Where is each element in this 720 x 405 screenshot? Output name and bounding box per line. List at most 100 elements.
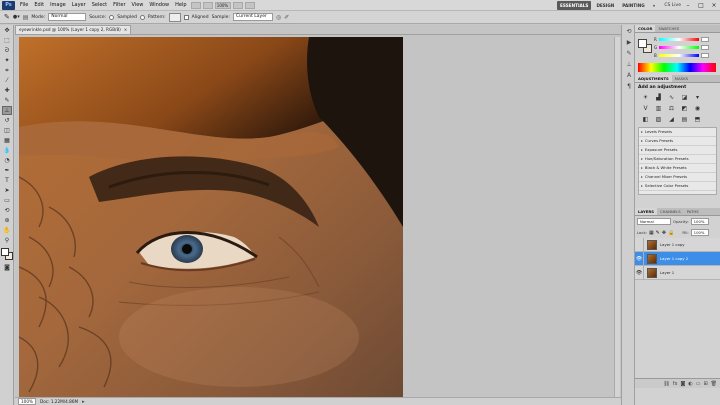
red-value[interactable]: [701, 37, 709, 42]
eye-icon[interactable]: 👁: [635, 251, 644, 266]
menu-layer[interactable]: Layer: [69, 0, 89, 11]
menu-image[interactable]: Image: [47, 0, 69, 11]
pattern-radio[interactable]: [139, 14, 145, 20]
brush-size-icon[interactable]: ●▾: [13, 14, 20, 20]
close-icon[interactable]: ×: [708, 1, 720, 10]
history-brush-tool-icon[interactable]: ↺: [2, 116, 12, 125]
link-layers-icon[interactable]: ⛓: [663, 381, 669, 387]
fill-field[interactable]: 100%: [690, 229, 709, 236]
screen-mode-button[interactable]: [244, 1, 255, 9]
layer-row-selected[interactable]: 👁 Layer 1 copy 2: [635, 251, 720, 266]
quick-mask-icon[interactable]: ◙: [2, 263, 12, 272]
tab-paths[interactable]: PATHS: [684, 208, 702, 215]
opacity-field[interactable]: 100%: [690, 218, 709, 225]
hue-icon[interactable]: ▾: [693, 93, 702, 101]
threshold-icon[interactable]: ◢: [667, 115, 676, 123]
crop-tool-icon[interactable]: ⌗: [2, 66, 12, 75]
blend-mode-select[interactable]: Normal: [637, 218, 671, 225]
preset-item[interactable]: ▸ Channel Mixer Presets: [639, 173, 716, 182]
lock-all-icon[interactable]: 🔒: [668, 230, 674, 236]
menu-edit[interactable]: Edit: [31, 0, 47, 11]
photo-filter-icon[interactable]: ◉: [693, 104, 702, 112]
fg-bg-color-swatches[interactable]: [1, 248, 13, 260]
menu-filter[interactable]: Filter: [110, 0, 128, 11]
hsl-icon[interactable]: ▥: [654, 104, 663, 112]
hand-tool-icon[interactable]: ✋: [2, 226, 12, 235]
color-balance-icon[interactable]: ⚖: [667, 104, 676, 112]
menu-select[interactable]: Select: [89, 0, 110, 11]
blue-value[interactable]: [701, 53, 709, 58]
quick-select-tool-icon[interactable]: ✦: [2, 56, 12, 65]
document-tab-close-icon[interactable]: ×: [124, 26, 128, 34]
posterize-icon[interactable]: ▨: [654, 115, 663, 123]
blue-slider[interactable]: [659, 54, 699, 57]
layer-row[interactable]: 👁 Layer 1: [635, 265, 720, 280]
aligned-checkbox[interactable]: [183, 14, 189, 20]
lasso-tool-icon[interactable]: ᘐ: [2, 46, 12, 55]
pen-tool-icon[interactable]: ✒: [2, 166, 12, 175]
healing-brush-tool-icon[interactable]: ✚: [2, 86, 12, 95]
workspace-essentials[interactable]: ESSENTIALS: [557, 0, 592, 10]
document-tab[interactable]: eyewrinkle.psd @ 100% (Layer 1 copy 2, R…: [15, 25, 132, 34]
marquee-tool-icon[interactable]: ⬚: [2, 36, 12, 45]
foreground-color[interactable]: [1, 248, 9, 256]
maximize-icon[interactable]: □: [695, 1, 707, 10]
3d-orbit-tool-icon[interactable]: ⊛: [2, 216, 12, 225]
menu-help[interactable]: Help: [172, 0, 189, 11]
paragraph-panel-icon[interactable]: ¶: [624, 82, 634, 91]
preset-item[interactable]: ▸ Exposure Presets: [639, 146, 716, 155]
green-value[interactable]: [701, 45, 709, 50]
new-layer-icon[interactable]: ⊞: [703, 381, 707, 387]
shape-tool-icon[interactable]: ▭: [2, 196, 12, 205]
3d-rotate-tool-icon[interactable]: ⟲: [2, 206, 12, 215]
bridge-button[interactable]: [190, 1, 201, 9]
cs-live-link[interactable]: CS Live: [664, 3, 681, 8]
sampled-radio[interactable]: [109, 14, 115, 20]
menu-view[interactable]: View: [129, 0, 147, 11]
ignore-adjustments-icon[interactable]: ◎: [276, 14, 281, 21]
eye-icon[interactable]: 👁: [635, 265, 644, 280]
fx-icon[interactable]: fx: [673, 381, 678, 387]
preset-item[interactable]: ▸ Hue/Saturation Presets: [639, 155, 716, 164]
menu-file[interactable]: File: [17, 0, 31, 11]
levels-icon[interactable]: ▟: [654, 93, 663, 101]
mini-bridge-button[interactable]: [202, 1, 213, 9]
curves-icon[interactable]: ∿: [667, 93, 676, 101]
red-slider[interactable]: [659, 38, 699, 41]
menu-window[interactable]: Window: [146, 0, 172, 11]
adjustment-layer-icon[interactable]: ◐: [688, 381, 692, 387]
path-select-tool-icon[interactable]: ➤: [2, 186, 12, 195]
tab-masks[interactable]: MASKS: [672, 75, 691, 82]
workspace-painting[interactable]: PAINTING: [619, 1, 647, 10]
tab-swatches[interactable]: SWATCHES: [655, 25, 682, 32]
zoom-tool-icon[interactable]: ⚲: [2, 236, 12, 245]
brush-panel-icon[interactable]: ▤: [23, 14, 29, 21]
selective-color-icon[interactable]: ⬒: [693, 115, 702, 123]
color-foreground-chip[interactable]: [638, 39, 647, 48]
move-tool-icon[interactable]: ✥: [2, 26, 12, 35]
group-icon[interactable]: ▭: [696, 381, 701, 387]
gradient-map-icon[interactable]: ▤: [680, 115, 689, 123]
add-mask-icon[interactable]: ◙: [680, 381, 685, 387]
lock-position-icon[interactable]: ✥: [662, 230, 666, 236]
image-canvas[interactable]: [19, 37, 403, 397]
preset-item[interactable]: ▸ Curves Presets: [639, 137, 716, 146]
trash-icon[interactable]: 🗑: [711, 381, 717, 387]
workspace-more-icon[interactable]: »: [650, 1, 659, 10]
bw-icon[interactable]: ◩: [680, 104, 689, 112]
preset-item[interactable]: ▸ Black & White Presets: [639, 164, 716, 173]
tab-layers[interactable]: LAYERS: [635, 208, 657, 215]
blur-tool-icon[interactable]: 💧: [2, 146, 12, 155]
dodge-tool-icon[interactable]: ◔: [2, 156, 12, 165]
clone-stamp-preset-icon[interactable]: ✎: [4, 13, 10, 21]
tab-channels[interactable]: CHANNELS: [657, 208, 684, 215]
clone-stamp-tool-icon[interactable]: ⊥: [2, 106, 12, 115]
lock-pixels-icon[interactable]: ✎: [656, 230, 660, 236]
brush-tool-icon[interactable]: ✎: [2, 96, 12, 105]
character-panel-icon[interactable]: A: [624, 71, 634, 80]
eraser-tool-icon[interactable]: ◫: [2, 126, 12, 135]
exposure-icon[interactable]: ◪: [680, 93, 689, 101]
sample-select[interactable]: Current Layer: [232, 13, 273, 21]
tab-adjustments[interactable]: ADJUSTMENTS: [635, 75, 672, 82]
type-tool-icon[interactable]: T: [2, 176, 12, 185]
